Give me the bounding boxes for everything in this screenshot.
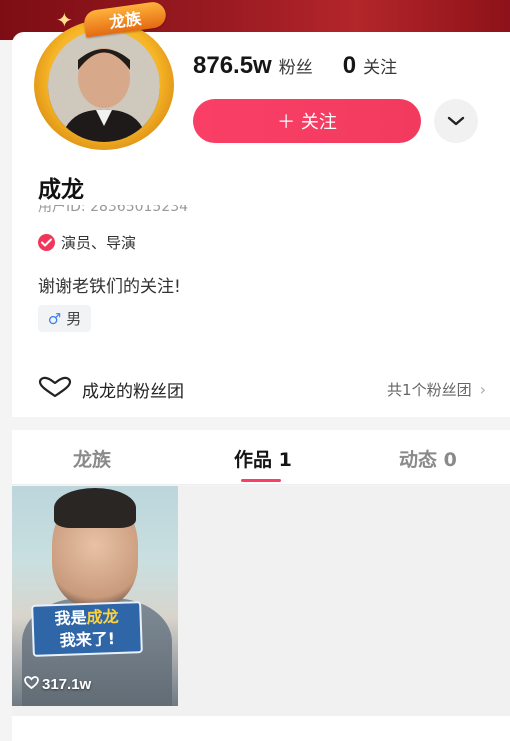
chevron-right-icon: › <box>479 379 486 399</box>
fans-label[interactable]: 粉丝 <box>279 53 313 78</box>
more-button[interactable] <box>434 99 478 143</box>
bio: 谢谢老铁们的关注! <box>38 277 181 297</box>
verification-text: 演员、导演 <box>61 234 137 252</box>
sign-text-c: 我来了! <box>59 629 116 650</box>
avatar-photo <box>48 30 160 142</box>
thumb-hair <box>54 488 136 528</box>
sign-text-a: 我是 <box>54 608 87 629</box>
follow-button[interactable]: ＋ 关注 <box>193 99 421 143</box>
profile-name: 成龙 <box>38 177 84 203</box>
following-label[interactable]: 关注 <box>363 53 397 78</box>
avatar[interactable]: ✦ 龙族 <box>26 0 182 156</box>
video-caption-sign: 我是成龙 我来了! <box>31 601 143 657</box>
group-badge: 龙族 <box>82 0 168 38</box>
heart-icon <box>24 676 39 693</box>
tab-moments[interactable]: 动态 0 <box>399 445 457 472</box>
fan-club-row[interactable]: 成龙的粉丝团 共1个粉丝团 › <box>38 374 486 404</box>
chevron-down-icon <box>447 112 465 131</box>
left-edge <box>0 40 12 741</box>
profile-page: ✦ 龙族 876.5w 粉丝 0 关注 ＋ 关注 成龙 用户ID: 283650… <box>0 0 510 741</box>
male-icon: ♂ <box>47 309 62 328</box>
tab-works[interactable]: 作品 1 <box>234 445 292 472</box>
sign-text-b: 成龙 <box>86 606 119 628</box>
following-count[interactable]: 0 <box>343 52 356 80</box>
fan-club-count-text: 共1个粉丝团 <box>387 380 472 399</box>
gender-tag: ♂ 男 <box>38 305 91 332</box>
fan-club-title: 成龙的粉丝团 <box>82 381 184 402</box>
user-id: 用户ID: 28365015234 <box>38 205 189 215</box>
content-tabs: 龙族 作品 1 动态 0 <box>12 430 510 485</box>
verification: 演员、导演 <box>38 232 136 253</box>
active-tab-indicator <box>241 479 281 482</box>
gender-text: 男 <box>66 310 82 328</box>
sparkle-icon: ✦ <box>56 8 73 32</box>
video-thumbnail[interactable] <box>12 486 178 706</box>
fans-count[interactable]: 876.5w <box>193 52 272 80</box>
likes-count: 317.1w <box>42 676 92 693</box>
fan-club-count[interactable]: 共1个粉丝团 › <box>387 379 486 400</box>
verified-icon <box>38 234 55 251</box>
tab-group[interactable]: 龙族 <box>73 445 111 472</box>
bottom-strip <box>12 716 510 741</box>
stats-row: 876.5w 粉丝 0 关注 <box>193 52 397 80</box>
fan-club-left: 成龙的粉丝团 <box>38 376 184 402</box>
heart-outline-icon <box>38 376 72 402</box>
video-likes: 317.1w <box>24 676 91 693</box>
